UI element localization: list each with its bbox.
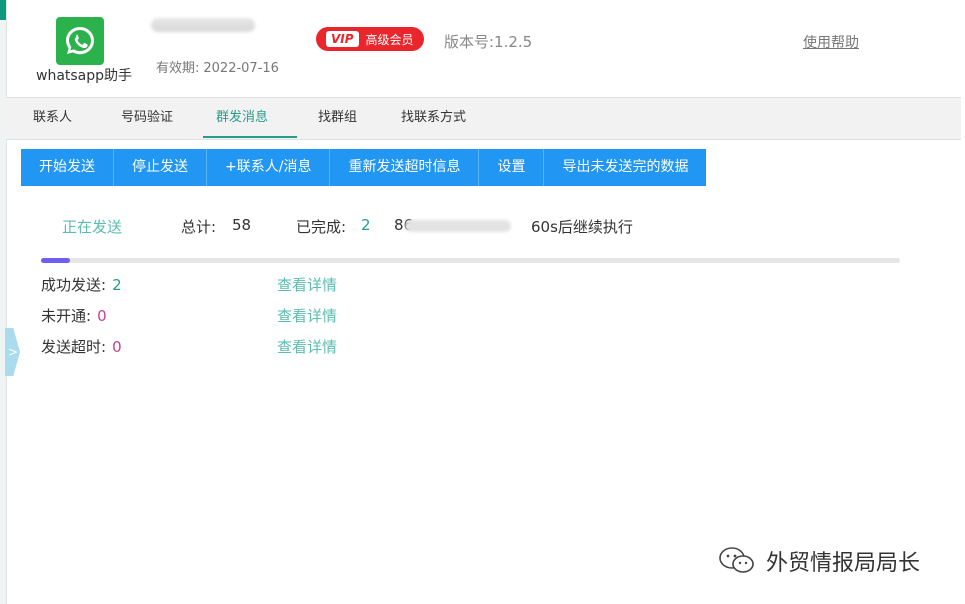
tab-contacts[interactable]: 联系人 bbox=[33, 98, 72, 138]
tab-find-groups[interactable]: 找群组 bbox=[318, 98, 357, 138]
success-detail-link[interactable]: 查看详情 bbox=[277, 274, 337, 295]
validity: 有效期: 2022-07-16 bbox=[156, 57, 279, 76]
vip-tag: VIP bbox=[326, 31, 359, 47]
stat-not-activated: 未开通: 0 bbox=[41, 305, 107, 326]
timeout-detail-link[interactable]: 查看详情 bbox=[277, 336, 337, 357]
current-number-redacted bbox=[405, 220, 511, 232]
export-unsent-button[interactable]: 导出未发送完的数据 bbox=[544, 149, 707, 186]
watermark-text: 外贸情报局局长 bbox=[766, 551, 921, 576]
left-edge-strip bbox=[0, 0, 7, 604]
vip-label: 高级会员 bbox=[365, 32, 414, 47]
tab-bar: 联系人 号码验证 群发消息 找群组 找联系方式 bbox=[6, 97, 961, 140]
total-label: 总计: bbox=[181, 218, 217, 236]
stat-not-activated-label: 未开通: bbox=[41, 307, 92, 325]
validity-date: 2022-07-16 bbox=[203, 61, 279, 76]
stat-timeout-value: 0 bbox=[112, 338, 122, 356]
version-label: 版本号:1.2.5 bbox=[444, 33, 533, 51]
stat-success-label: 成功发送: bbox=[41, 276, 107, 294]
app-name: whatsapp助手 bbox=[36, 68, 133, 84]
stat-not-activated-value: 0 bbox=[97, 307, 107, 325]
stat-timeout-label: 发送超时: bbox=[41, 338, 107, 356]
progress-fill bbox=[41, 258, 71, 263]
action-toolbar: 开始发送 停止发送 +联系人/消息 重新发送超时信息 设置 导出未发送完的数据 bbox=[21, 149, 707, 186]
settings-button[interactable]: 设置 bbox=[479, 149, 545, 186]
stat-success: 成功发送: 2 bbox=[41, 274, 122, 295]
stat-timeout: 发送超时: 0 bbox=[41, 336, 122, 357]
vip-badge: VIP 高级会员 bbox=[316, 27, 424, 51]
countdown-status: 60s后继续执行 bbox=[531, 218, 633, 236]
stat-success-value: 2 bbox=[112, 276, 122, 294]
account-phone-redacted bbox=[151, 18, 255, 32]
start-send-button[interactable]: 开始发送 bbox=[21, 149, 114, 186]
not-activated-detail-link[interactable]: 查看详情 bbox=[277, 305, 337, 326]
tab-find-contacts[interactable]: 找联系方式 bbox=[401, 98, 466, 138]
total-value: 58 bbox=[232, 216, 252, 234]
tab-number-verify[interactable]: 号码验证 bbox=[121, 98, 173, 138]
resend-timeout-button[interactable]: 重新发送超时信息 bbox=[330, 149, 480, 186]
stop-send-button[interactable]: 停止发送 bbox=[114, 149, 207, 186]
validity-label: 有效期: bbox=[156, 61, 200, 76]
add-contact-message-button[interactable]: +联系人/消息 bbox=[207, 149, 331, 186]
active-tab-indicator bbox=[203, 136, 297, 138]
done-label: 已完成: bbox=[296, 218, 347, 236]
tab-bulk-message[interactable]: 群发消息 bbox=[216, 98, 268, 138]
done-value: 2 bbox=[361, 216, 371, 234]
help-link[interactable]: 使用帮助 bbox=[803, 32, 859, 52]
wechat-icon bbox=[719, 547, 754, 573]
edge-accent bbox=[0, 0, 6, 20]
progress-bar bbox=[41, 258, 900, 263]
side-panel-toggle[interactable]: > bbox=[5, 328, 20, 376]
watermark: 外贸情报局局长 bbox=[718, 545, 920, 577]
whatsapp-logo-icon bbox=[56, 17, 104, 65]
sending-status: 正在发送 bbox=[62, 218, 123, 236]
